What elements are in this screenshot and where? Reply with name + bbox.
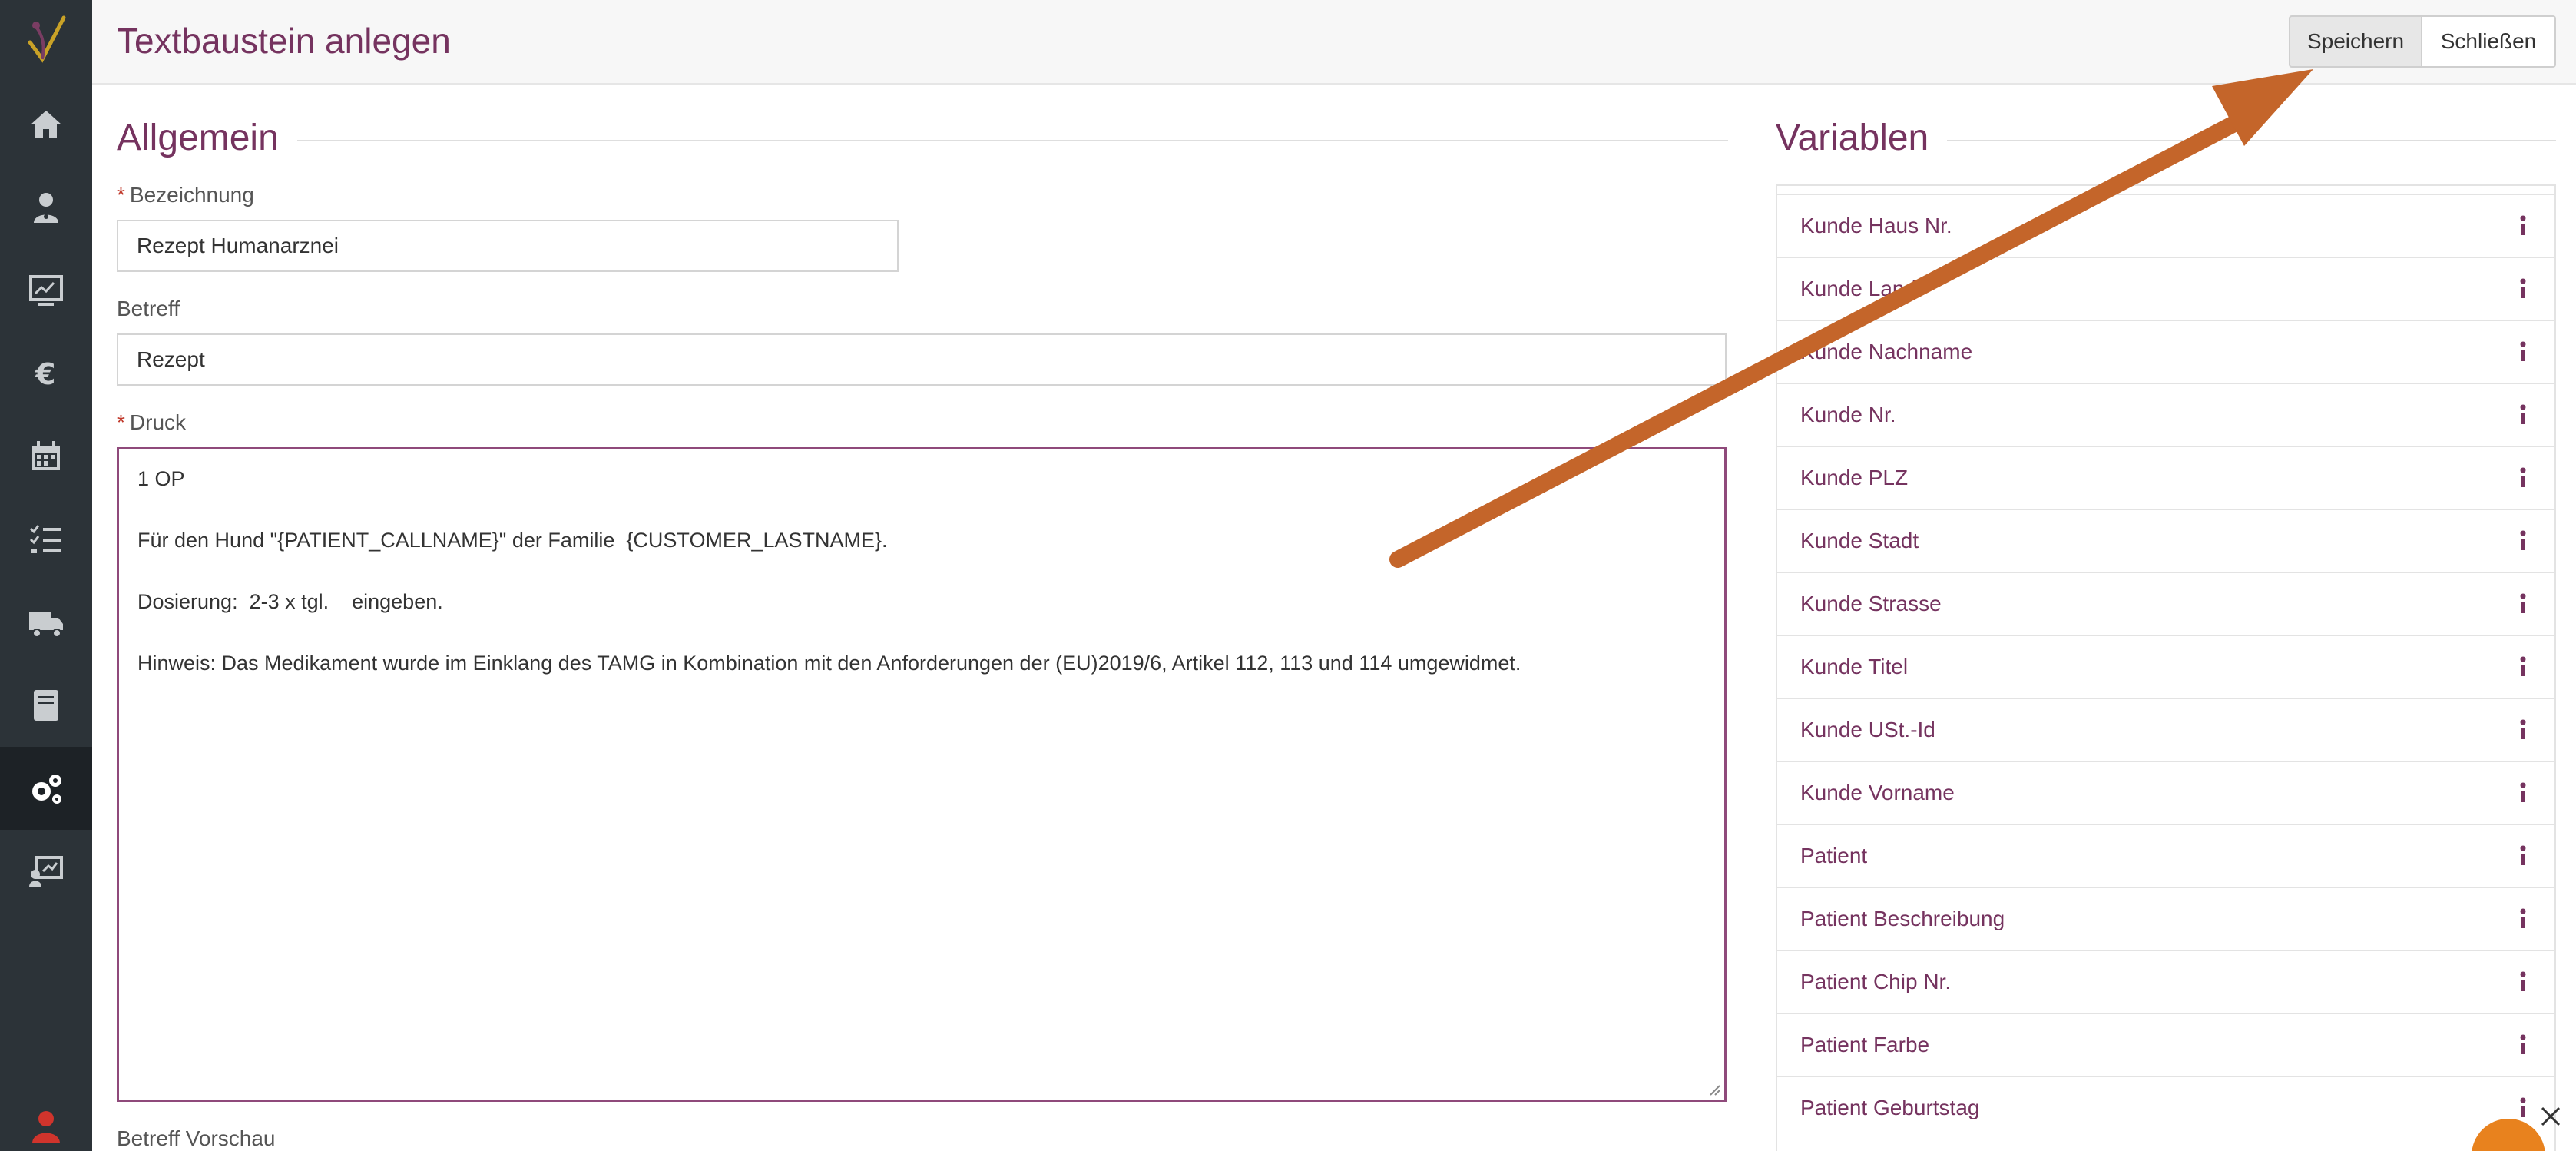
sidebar-item-calendar[interactable] bbox=[0, 415, 92, 498]
sidebar-item-book[interactable] bbox=[0, 664, 92, 747]
info-icon[interactable] bbox=[2515, 466, 2531, 490]
variable-label: Patient Chip Nr. bbox=[1800, 970, 1952, 993]
druck-line bbox=[137, 494, 1706, 525]
info-icon[interactable] bbox=[2515, 1033, 2531, 1057]
gears-icon bbox=[32, 775, 61, 804]
variable-label: Kunde Land bbox=[1800, 277, 1917, 300]
info-icon[interactable] bbox=[2515, 655, 2531, 679]
info-icon[interactable] bbox=[2515, 592, 2531, 616]
info-icon[interactable] bbox=[2515, 907, 2531, 931]
section-title-variables: Variablen bbox=[1776, 117, 1948, 159]
doctor-icon bbox=[34, 193, 58, 223]
betreff-label: Betreff bbox=[117, 297, 180, 320]
logo[interactable] bbox=[0, 0, 92, 77]
variable-item[interactable]: Kunde Vorname bbox=[1777, 761, 2554, 824]
variable-item[interactable]: Kunde USt.-Id bbox=[1777, 698, 2554, 761]
chat-close-icon[interactable] bbox=[2539, 1105, 2562, 1128]
resize-handle[interactable] bbox=[1707, 1083, 1721, 1096]
druck-line: 1 OP bbox=[137, 467, 185, 490]
info-icon[interactable] bbox=[2515, 1096, 2531, 1120]
variable-label: Patient bbox=[1800, 844, 1868, 867]
presentation-icon bbox=[29, 856, 63, 887]
sidebar-item-settings[interactable] bbox=[0, 747, 92, 830]
checklist-icon bbox=[29, 525, 61, 553]
page-title: Textbaustein anlegen bbox=[117, 21, 451, 61]
variable-label: Kunde USt.-Id bbox=[1800, 718, 1935, 741]
book-icon bbox=[34, 690, 58, 721]
section-title-general: Allgemein bbox=[117, 117, 297, 159]
druck-line bbox=[137, 556, 1706, 586]
variable-label: Kunde Titel bbox=[1800, 655, 1909, 678]
variable-item[interactable]: Kunde Stadt bbox=[1777, 509, 2554, 572]
required-marker: * bbox=[117, 410, 125, 434]
druck-textarea[interactable]: 1 OP Für den Hund "{PATIENT_CALLNAME}" d… bbox=[117, 447, 1727, 1102]
header-actions: Speichern Schließen bbox=[2289, 15, 2556, 68]
info-icon[interactable] bbox=[2515, 529, 2531, 553]
required-marker: * bbox=[117, 183, 125, 207]
betreff-vorschau-label: Betreff Vorschau bbox=[117, 1126, 276, 1150]
monitor-chart-icon bbox=[29, 275, 63, 306]
variable-label: Patient Beschreibung bbox=[1800, 907, 2005, 930]
sidebar-item-finance[interactable]: € bbox=[0, 332, 92, 415]
variable-label: Kunde Strasse bbox=[1800, 592, 1942, 615]
variable-label: Kunde Haus Nr. bbox=[1800, 214, 1952, 237]
druck-label: * Druck bbox=[117, 410, 187, 434]
section-divider bbox=[117, 140, 1728, 141]
svg-text:€: € bbox=[35, 357, 55, 391]
info-icon[interactable] bbox=[2515, 277, 2531, 301]
bezeichnung-input[interactable]: Rezept Humanarznei bbox=[117, 220, 899, 272]
variable-item[interactable]: Kunde Land bbox=[1777, 257, 2554, 320]
variable-label: Patient Farbe bbox=[1800, 1033, 1930, 1056]
variable-item[interactable]: Kunde PLZ bbox=[1777, 446, 2554, 509]
variable-item[interactable]: Patient Geburtstag bbox=[1777, 1076, 2554, 1139]
druck-line: Hinweis: Das Medikament wurde im Einklan… bbox=[137, 652, 1521, 675]
sidebar-item-doctor[interactable] bbox=[0, 166, 92, 249]
sidebar-item-delivery[interactable] bbox=[0, 581, 92, 664]
home-icon bbox=[31, 111, 61, 138]
druck-line: Dosierung: 2-3 x tgl. eingeben. bbox=[137, 590, 443, 613]
variable-item[interactable]: Kunde Nachname bbox=[1777, 320, 2554, 383]
variable-label: Kunde Nr. bbox=[1800, 403, 1896, 426]
variable-label: Patient Geburtstag bbox=[1800, 1096, 1980, 1119]
close-button[interactable]: Schließen bbox=[2422, 15, 2556, 68]
calendar-icon bbox=[32, 441, 60, 470]
variable-label: Kunde Stadt bbox=[1800, 529, 1919, 552]
page-header: Textbaustein anlegen Speichern Schließen bbox=[92, 0, 2576, 85]
druck-line: Für den Hund "{PATIENT_CALLNAME}" der Fa… bbox=[137, 529, 888, 552]
druck-line bbox=[137, 617, 1706, 648]
betreff-input[interactable]: Rezept bbox=[117, 333, 1727, 386]
sidebar-item-tasks[interactable] bbox=[0, 498, 92, 581]
variable-item[interactable]: Patient Beschreibung bbox=[1777, 887, 2554, 950]
sidebar-item-home[interactable] bbox=[0, 83, 92, 166]
info-icon[interactable] bbox=[2515, 718, 2531, 742]
sidebar: € bbox=[0, 0, 92, 1151]
variables-list[interactable]: Kunde Haus Nr. Kunde Land Kunde Nachname… bbox=[1776, 184, 2556, 1151]
truck-icon bbox=[29, 612, 63, 638]
info-icon[interactable] bbox=[2515, 844, 2531, 868]
list-item-partial bbox=[1777, 184, 2554, 194]
variable-item[interactable]: Patient bbox=[1777, 824, 2554, 887]
sidebar-item-reports[interactable] bbox=[0, 830, 92, 913]
variable-label: Kunde Nachname bbox=[1800, 340, 1973, 363]
info-icon[interactable] bbox=[2515, 214, 2531, 238]
variable-item[interactable]: Kunde Haus Nr. bbox=[1777, 194, 2554, 257]
save-button[interactable]: Speichern bbox=[2289, 15, 2422, 68]
info-icon[interactable] bbox=[2515, 340, 2531, 364]
info-icon[interactable] bbox=[2515, 970, 2531, 994]
sidebar-user[interactable] bbox=[0, 1106, 92, 1151]
bezeichnung-label: * Bezeichnung bbox=[117, 183, 254, 207]
info-icon[interactable] bbox=[2515, 781, 2531, 805]
variable-item[interactable]: Kunde Strasse bbox=[1777, 572, 2554, 635]
euro-icon: € bbox=[35, 357, 55, 391]
variable-item[interactable]: Patient Farbe bbox=[1777, 1013, 2554, 1076]
info-icon[interactable] bbox=[2515, 403, 2531, 427]
variable-item[interactable]: Patient Chip Nr. bbox=[1777, 950, 2554, 1013]
variable-item[interactable]: Kunde Nr. bbox=[1777, 383, 2554, 446]
sidebar-item-monitor[interactable] bbox=[0, 249, 92, 332]
variable-item[interactable]: Kunde Titel bbox=[1777, 635, 2554, 698]
variable-label: Kunde PLZ bbox=[1800, 466, 1909, 489]
user-icon bbox=[32, 1111, 60, 1143]
logo-icon bbox=[28, 15, 66, 63]
variable-label: Kunde Vorname bbox=[1800, 781, 1955, 804]
